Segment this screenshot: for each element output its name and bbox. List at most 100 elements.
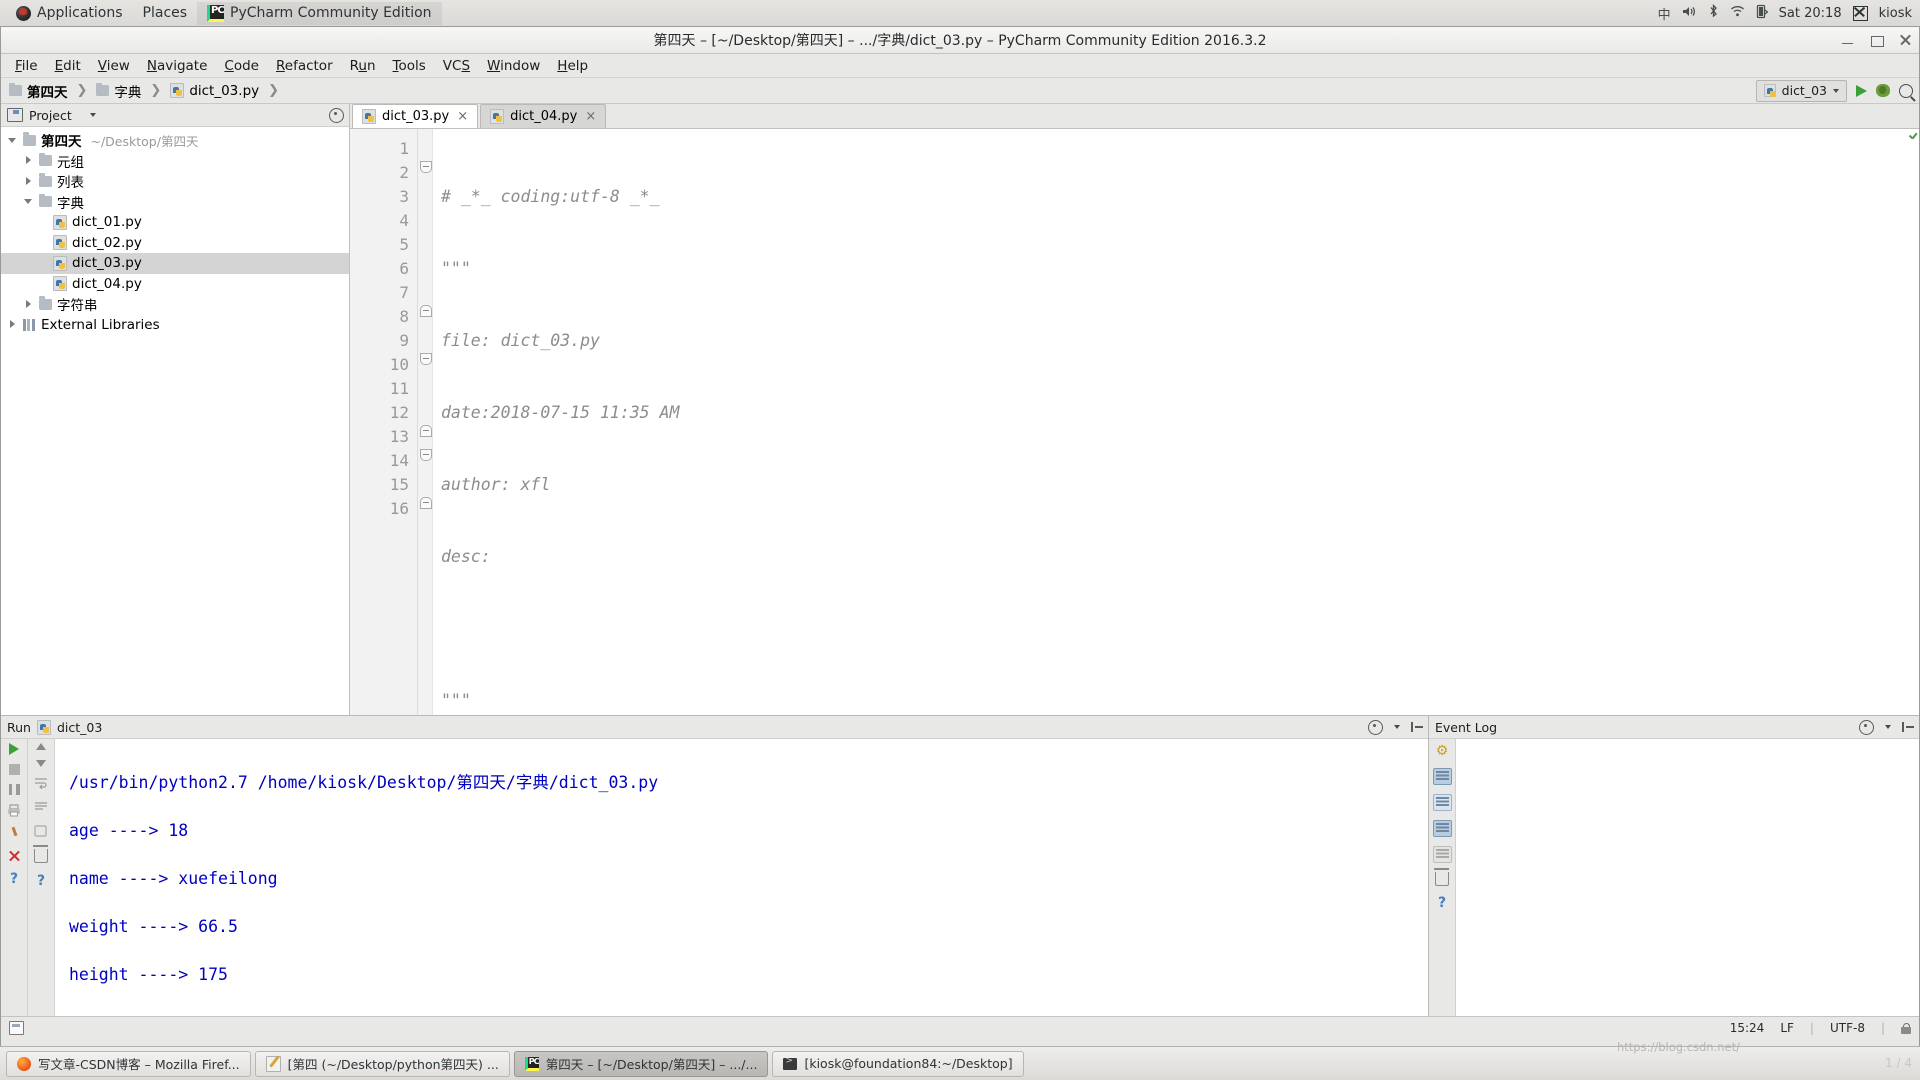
twisty-collapsed-icon[interactable] xyxy=(7,319,18,330)
filter-warnings-button[interactable] xyxy=(1432,820,1452,837)
chevron-down-icon[interactable] xyxy=(89,113,96,117)
filter-info-button[interactable] xyxy=(1432,846,1452,863)
status-line-separator[interactable]: LF xyxy=(1780,1021,1794,1035)
input-method-icon[interactable]: 中 xyxy=(1658,4,1671,23)
menu-view[interactable]: View xyxy=(90,55,138,77)
tree-row-dict01[interactable]: dict_01.py xyxy=(1,212,349,233)
fold-marker-docstring-start[interactable] xyxy=(420,161,432,173)
taskbar-item-pycharm[interactable]: PC 第四天 – [~/Desktop/第四天] – .../... xyxy=(513,1050,769,1077)
clock-label[interactable]: Sat 20:18 xyxy=(1779,6,1842,21)
minimize-button[interactable] xyxy=(1840,33,1855,48)
stop-button[interactable] xyxy=(8,764,20,775)
debug-button[interactable] xyxy=(1876,84,1890,97)
tree-row-external-libraries[interactable]: External Libraries xyxy=(1,315,349,336)
console-output[interactable]: /usr/bin/python2.7 /home/kiosk/Desktop/第… xyxy=(55,739,1428,1016)
search-everywhere-icon[interactable] xyxy=(1899,83,1913,98)
run-button[interactable] xyxy=(1856,84,1867,97)
print-button[interactable] xyxy=(7,804,21,818)
close-icon[interactable]: × xyxy=(457,109,468,124)
fold-marker-dict-end[interactable] xyxy=(420,425,432,437)
menu-vcs[interactable]: VCS xyxy=(435,55,478,77)
gear-icon[interactable] xyxy=(329,107,344,123)
applications-menu[interactable]: Applications xyxy=(6,2,133,24)
fold-marker-dict-start[interactable] xyxy=(420,353,432,365)
settings-icon[interactable]: ⚙ xyxy=(1436,743,1449,759)
tree-row-zifuchuan[interactable]: 字符串 xyxy=(1,294,349,315)
code-text[interactable]: # _*_ coding:utf-8 _*_ """ file: dict_03… xyxy=(433,129,1906,715)
breadcrumb-item-1[interactable]: 字典 xyxy=(114,81,141,101)
menu-edit[interactable]: Edit xyxy=(47,55,89,77)
twisty-expanded-icon[interactable] xyxy=(23,196,34,207)
help-button[interactable]: ? xyxy=(10,871,18,887)
scroll-down-icon[interactable] xyxy=(36,760,46,767)
wifi-icon[interactable] xyxy=(1730,5,1745,21)
chevron-down-icon[interactable] xyxy=(1394,725,1400,729)
battery-icon[interactable] xyxy=(1756,4,1769,23)
scroll-to-end-icon[interactable] xyxy=(34,801,48,815)
close-panel-button[interactable] xyxy=(8,849,21,862)
menu-navigate[interactable]: Navigate xyxy=(139,55,216,77)
scroll-up-icon[interactable] xyxy=(36,743,46,750)
hide-panel-icon[interactable] xyxy=(1902,721,1914,733)
status-encoding[interactable]: UTF-8 xyxy=(1830,1021,1865,1035)
tree-row-project-root[interactable]: 第四天 ~/Desktop/第四天 xyxy=(1,130,349,151)
volume-icon[interactable] xyxy=(1682,5,1697,22)
user-label[interactable]: kiosk xyxy=(1879,6,1912,21)
help-icon[interactable]: ? xyxy=(37,873,45,889)
taskbar-item-terminal[interactable]: [kiosk@foundation84:~/Desktop] xyxy=(772,1050,1024,1077)
chevron-down-icon[interactable] xyxy=(1885,725,1891,729)
filter-all-button[interactable] xyxy=(1432,768,1452,785)
breadcrumb-item-0[interactable]: 第四天 xyxy=(27,81,68,101)
tree-row-zidian[interactable]: 字典 xyxy=(1,192,349,213)
fold-marker-docstring-end[interactable] xyxy=(420,305,432,317)
taskbar-item-editor[interactable]: [第四 (~/Desktop/python第四天) ... xyxy=(254,1050,510,1077)
editor-tab-dict04[interactable]: dict_04.py × xyxy=(480,104,607,128)
maximize-button[interactable] xyxy=(1869,33,1884,48)
active-app-menu[interactable]: PC PyCharm Community Edition xyxy=(197,1,442,25)
fold-marker-comment[interactable] xyxy=(420,497,432,509)
rerun-button[interactable] xyxy=(9,743,19,755)
menu-tools[interactable]: Tools xyxy=(385,55,434,77)
hide-panel-icon[interactable] xyxy=(1411,721,1423,733)
event-log-content[interactable] xyxy=(1456,739,1919,1016)
pause-button[interactable] xyxy=(8,784,20,795)
menu-help[interactable]: Help xyxy=(549,55,596,77)
menu-window[interactable]: Window xyxy=(479,55,548,77)
gear-icon[interactable] xyxy=(1859,719,1874,735)
clear-all-icon[interactable] xyxy=(34,825,48,839)
menu-file[interactable]: File xyxy=(7,55,46,77)
twisty-collapsed-icon[interactable] xyxy=(23,299,34,310)
lock-icon[interactable] xyxy=(1901,1022,1911,1034)
tree-row-dict03[interactable]: dict_03.py xyxy=(1,253,349,274)
gear-icon[interactable] xyxy=(1368,719,1383,735)
tree-row-yuanzu[interactable]: 元组 xyxy=(1,151,349,172)
code-editor[interactable]: 1 2 3 4 5 6 7 8 9 10 11 12 13 14 15 16 #… xyxy=(350,129,1919,715)
fold-marker-for-start[interactable] xyxy=(420,449,432,461)
trash-icon[interactable] xyxy=(32,845,48,863)
run-configuration-selector[interactable]: dict_03 xyxy=(1755,79,1847,102)
menu-code[interactable]: Code xyxy=(216,55,267,77)
menu-run[interactable]: Run xyxy=(342,55,384,77)
taskbar-item-firefox[interactable]: 写文章-CSDN博客 – Mozilla Firef... xyxy=(6,1050,251,1077)
close-icon[interactable]: × xyxy=(585,109,596,124)
menu-refactor[interactable]: Refactor xyxy=(268,55,341,77)
help-icon[interactable]: ? xyxy=(1438,895,1446,911)
twisty-collapsed-icon[interactable] xyxy=(23,155,34,166)
editor-tab-dict03[interactable]: dict_03.py × xyxy=(352,104,479,128)
tree-row-dict02[interactable]: dict_02.py xyxy=(1,233,349,254)
code-folding-gutter[interactable] xyxy=(418,129,433,715)
tree-row-liebiao[interactable]: 列表 xyxy=(1,171,349,192)
pin-tab-button[interactable] xyxy=(8,827,21,840)
places-menu[interactable]: Places xyxy=(133,2,198,24)
close-button[interactable] xyxy=(1898,33,1913,48)
toggle-toolwindows-icon[interactable] xyxy=(9,1021,24,1035)
workspace-indicator[interactable]: 1 / 4 xyxy=(1885,1056,1912,1070)
filter-errors-button[interactable] xyxy=(1432,794,1452,811)
breadcrumb-item-2[interactable]: dict_03.py xyxy=(189,83,259,99)
bluetooth-icon[interactable] xyxy=(1708,3,1719,22)
tree-row-dict04[interactable]: dict_04.py xyxy=(1,274,349,295)
editor-scrollbar[interactable] xyxy=(1906,129,1919,715)
trash-icon[interactable] xyxy=(1433,868,1449,886)
twisty-expanded-icon[interactable] xyxy=(7,135,18,146)
twisty-collapsed-icon[interactable] xyxy=(23,176,34,187)
